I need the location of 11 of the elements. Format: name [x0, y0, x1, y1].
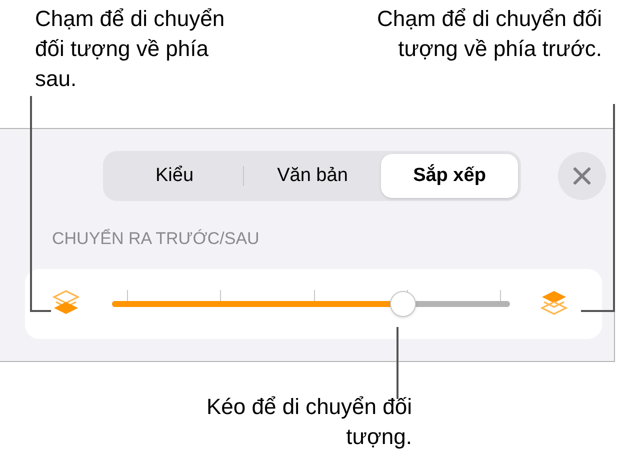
- tab[interactable]: Văn bản: [244, 154, 381, 198]
- leader-line: [396, 327, 400, 399]
- slider-thumb[interactable]: [390, 291, 416, 317]
- section-label: CHUYỂN RA TRƯỚC/SAU: [52, 229, 260, 249]
- tab[interactable]: Sắp xếp: [381, 154, 518, 198]
- callout-text: Chạm để di chuyển đối tượng về phía sau.: [35, 5, 225, 93]
- callout-text: Chạm để di chuyển đối tượng về phía trước.: [376, 5, 602, 63]
- callout-text: Kéo để di chuyển đối tượng.: [206, 393, 412, 451]
- close-button[interactable]: [558, 152, 606, 200]
- close-icon: [572, 166, 592, 186]
- tab[interactable]: Kiểu: [106, 154, 243, 198]
